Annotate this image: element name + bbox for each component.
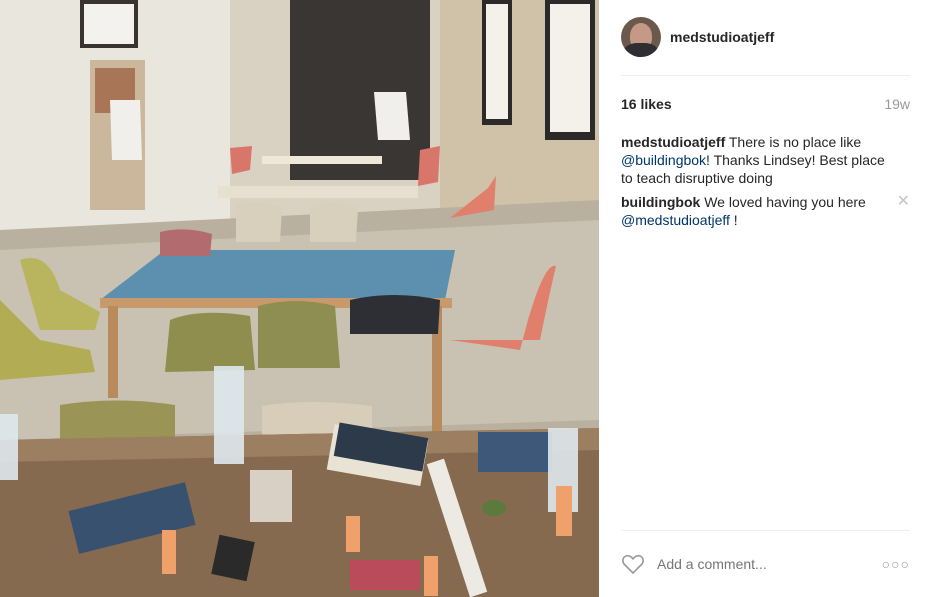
comment-input[interactable] xyxy=(657,556,867,572)
likes-row: 16 likes 19w xyxy=(621,96,910,112)
post-sidebar: medstudioatjeff 16 likes 19w medstudioat… xyxy=(599,0,934,597)
post-header: medstudioatjeff xyxy=(621,16,774,58)
likes-count[interactable]: 16 likes xyxy=(621,96,672,112)
header-divider xyxy=(621,75,910,76)
post-photo[interactable] xyxy=(0,0,599,597)
footer-divider xyxy=(621,530,910,531)
comment-text: There is no place like xyxy=(725,134,862,150)
avatar-shirt xyxy=(624,43,658,57)
comment-text: ! xyxy=(729,212,738,228)
post-age[interactable]: 19w xyxy=(884,96,910,112)
comment-mention[interactable]: @medstudioatjeff xyxy=(621,212,730,228)
comment-mention[interactable]: @buildingbok xyxy=(621,152,706,168)
author-username[interactable]: medstudioatjeff xyxy=(670,29,774,45)
comment-username[interactable]: buildingbok xyxy=(621,194,700,210)
more-options-icon[interactable]: ○○○ xyxy=(882,556,910,572)
close-icon[interactable]: ✕ xyxy=(897,193,910,211)
comment-text: We loved having you here xyxy=(700,194,866,210)
heart-icon[interactable] xyxy=(621,553,645,575)
classroom-photo xyxy=(0,0,599,597)
comments-list: medstudioatjeff There is no place like @… xyxy=(621,133,910,235)
comment-item: medstudioatjeff There is no place like @… xyxy=(621,133,910,187)
comment-username[interactable]: medstudioatjeff xyxy=(621,134,725,150)
avatar[interactable] xyxy=(621,17,661,57)
comment-item: buildingbok We loved having you here @me… xyxy=(621,193,910,229)
comment-bar: ○○○ xyxy=(621,553,910,575)
